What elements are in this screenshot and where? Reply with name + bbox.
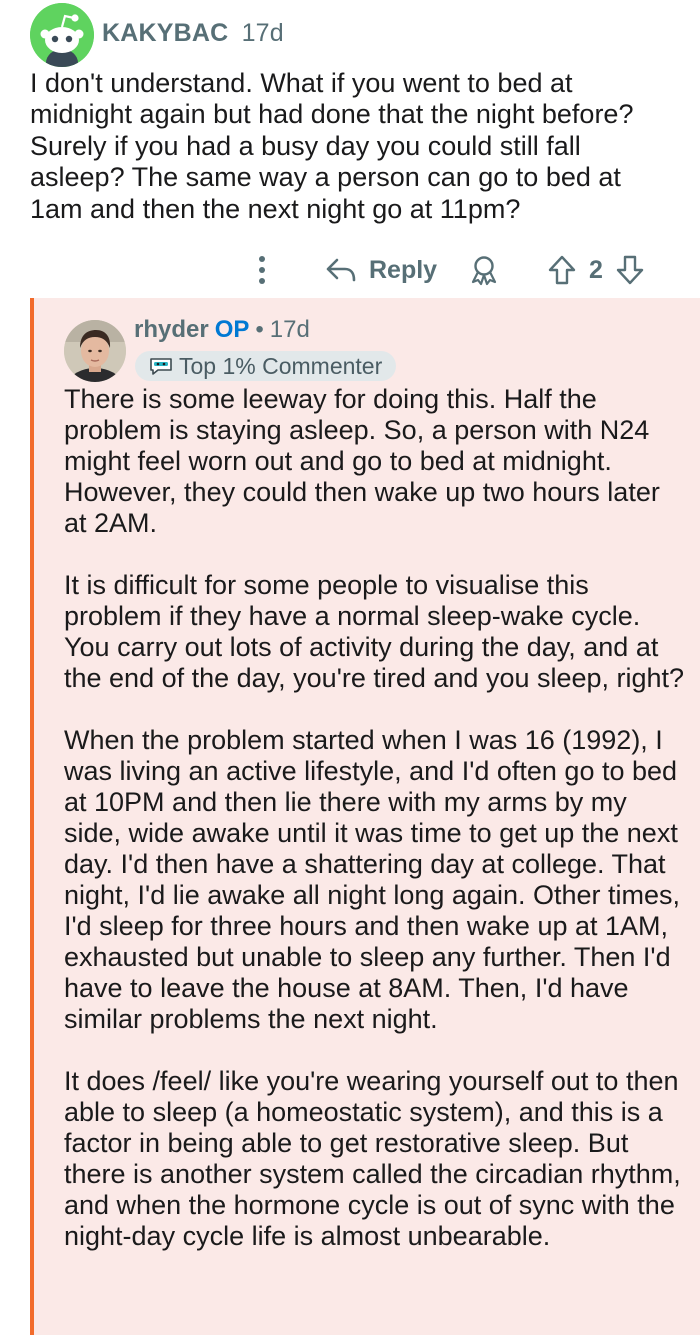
comment-age: 17d	[269, 316, 310, 343]
more-options-button[interactable]	[250, 250, 274, 290]
reply-arrow-icon	[326, 258, 356, 282]
reply-button[interactable]: Reply	[325, 250, 437, 290]
downvote-icon	[616, 255, 644, 285]
comment-meta: rhyder OP • 17d	[134, 315, 310, 345]
vote-count: 2	[589, 255, 603, 284]
meta-separator: •	[255, 316, 264, 343]
comment-age: 17d	[241, 19, 284, 47]
award-button[interactable]	[468, 250, 500, 290]
comment-meta: KAKYBAC 17d	[102, 18, 284, 48]
comment-paragraph: When the problem started when I was 16 (…	[64, 725, 681, 1034]
downvote-button[interactable]	[615, 250, 645, 290]
username[interactable]: rhyder	[134, 316, 209, 343]
avatar[interactable]	[64, 320, 126, 382]
comment-actions: Reply 2	[0, 250, 700, 290]
comment-paragraph: It does /feel/ like you're wearing yours…	[64, 1066, 681, 1251]
reply-label: Reply	[369, 255, 438, 284]
comment-body: I don't understand. What if you went to …	[30, 68, 634, 224]
avatar[interactable]	[30, 3, 94, 67]
upvote-button[interactable]	[547, 250, 577, 290]
comment-body: There is some leeway for doing this. Hal…	[64, 384, 689, 1283]
op-tag: OP	[214, 316, 250, 343]
user-photo-icon	[64, 320, 126, 382]
upvote-icon	[548, 255, 576, 285]
badge-label: Top 1% Commenter	[179, 353, 383, 379]
award-icon	[471, 256, 497, 286]
commenter-badge-icon	[150, 358, 172, 375]
comment-paragraph: There is some leeway for doing this. Hal…	[64, 384, 660, 538]
top-comment: KAKYBAC 17d I don't understand. What if …	[0, 0, 700, 298]
comment-paragraph: It is difficult for some people to visua…	[64, 570, 685, 693]
commenter-badge[interactable]: Top 1% Commenter	[135, 351, 397, 381]
username[interactable]: KAKYBAC	[102, 19, 228, 47]
more-vertical-icon	[259, 256, 265, 284]
snoo-avatar-icon	[30, 3, 94, 67]
reply-comment: rhyder OP • 17d Top 1% Commenter There is s…	[30, 298, 700, 1335]
